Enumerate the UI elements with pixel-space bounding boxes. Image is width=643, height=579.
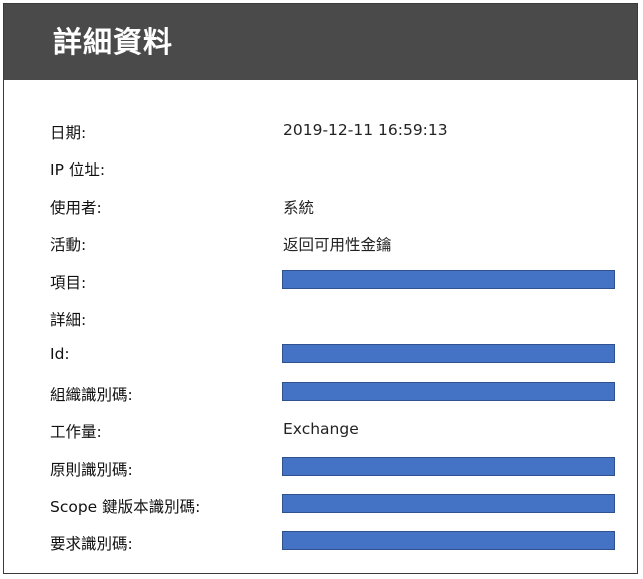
field-row-policy-id: 原則識別碼: bbox=[4, 449, 637, 486]
field-row-user: 使用者: 系統 bbox=[4, 187, 637, 224]
details-list: 日期: 2019-12-11 16:59:13 IP 位址: 使用者: 系統 活… bbox=[4, 112, 637, 561]
field-label: 項目: bbox=[50, 273, 87, 292]
panel-header: 詳細資料 bbox=[4, 4, 637, 80]
field-label: 要求識別碼: bbox=[50, 535, 133, 554]
redacted-value bbox=[282, 381, 615, 401]
field-label: 工作量: bbox=[50, 423, 102, 442]
field-row-activity: 活動: 返回可用性金鑰 bbox=[4, 224, 637, 261]
field-row-item: 項目: bbox=[4, 262, 637, 299]
field-row-workload: 工作量: Exchange bbox=[4, 411, 637, 448]
redacted-value bbox=[282, 493, 615, 513]
field-value: 返回可用性金鑰 bbox=[283, 236, 392, 255]
field-row-request-id: 要求識別碼: bbox=[4, 523, 637, 560]
redacted-value bbox=[282, 456, 615, 476]
redacted-value bbox=[282, 344, 615, 364]
field-label: 使用者: bbox=[50, 198, 102, 217]
redacted-value bbox=[282, 269, 615, 289]
field-label: 活動: bbox=[50, 236, 87, 255]
field-value: Exchange bbox=[283, 420, 359, 439]
field-row-organization-id: 組織識別碼: bbox=[4, 374, 637, 411]
field-value: 2019-12-11 16:59:13 bbox=[283, 121, 448, 139]
field-label: 原則識別碼: bbox=[50, 460, 133, 479]
field-row-id: Id: bbox=[4, 336, 637, 373]
field-label: Id: bbox=[50, 345, 70, 364]
field-label: IP 位址: bbox=[50, 161, 106, 180]
field-label: Scope 鍵版本識別碼: bbox=[50, 497, 201, 516]
field-label: 詳細: bbox=[50, 310, 87, 329]
field-row-details: 詳細: bbox=[4, 299, 637, 336]
field-value: 系統 bbox=[283, 198, 315, 217]
field-label: 日期: bbox=[50, 124, 87, 142]
field-row-ip-address: IP 位址: bbox=[4, 149, 637, 186]
field-label: 組織識別碼: bbox=[50, 385, 133, 404]
field-row-date: 日期: 2019-12-11 16:59:13 bbox=[4, 112, 637, 149]
field-row-scope-key-version-id: Scope 鍵版本識別碼: bbox=[4, 486, 637, 523]
redacted-value bbox=[282, 531, 615, 551]
panel-title: 詳細資料 bbox=[53, 25, 174, 59]
details-panel: 詳細資料 日期: 2019-12-11 16:59:13 IP 位址: 使用者:… bbox=[3, 3, 638, 574]
